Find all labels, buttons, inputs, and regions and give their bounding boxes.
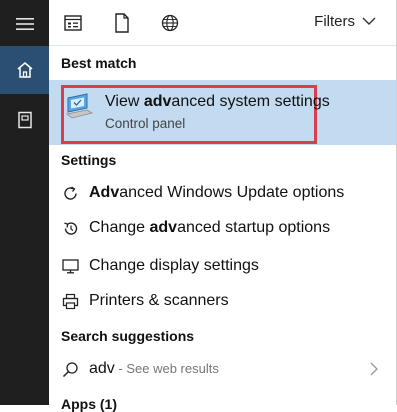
web-suggestion-item[interactable]: adv - See web results bbox=[49, 352, 396, 386]
filter-toolbar: Filters bbox=[49, 0, 396, 46]
printer-icon bbox=[61, 292, 79, 310]
restore-icon bbox=[61, 219, 79, 237]
best-match-title: View advanced system settings bbox=[105, 93, 330, 111]
search-suggestions-heading: Search suggestions bbox=[61, 328, 195, 344]
apps-heading: Apps (1) bbox=[61, 396, 117, 412]
settings-item-label: Printers & scanners bbox=[89, 292, 229, 309]
search-icon bbox=[61, 360, 79, 378]
menu-button[interactable] bbox=[0, 0, 49, 48]
left-rail bbox=[0, 0, 49, 405]
home-icon bbox=[17, 62, 32, 78]
title-text-post: anced system settings bbox=[171, 93, 330, 110]
label-post: anced Windows Update options bbox=[119, 184, 345, 201]
filters-label: Filters bbox=[314, 13, 355, 30]
settings-item[interactable]: Printers & scanners bbox=[49, 284, 396, 318]
label-match: adv bbox=[149, 219, 178, 236]
monitor-icon bbox=[61, 257, 79, 275]
suggestion-query: adv bbox=[89, 360, 115, 377]
filters-dropdown[interactable]: Filters bbox=[314, 13, 376, 30]
label-match: Adv bbox=[89, 184, 120, 201]
hamburger-menu-icon bbox=[15, 18, 34, 30]
best-match-heading: Best match bbox=[61, 55, 137, 71]
label-post: anced startup options bbox=[177, 219, 331, 236]
apps-icon bbox=[64, 15, 82, 31]
settings-item-label: Advanced Windows Update options bbox=[89, 184, 344, 202]
suggestion-label: adv - See web results bbox=[89, 360, 219, 378]
title-text-match: adv bbox=[143, 93, 172, 110]
settings-item[interactable]: Advanced Windows Update options bbox=[49, 176, 396, 210]
settings-item[interactable]: Change advanced startup options bbox=[49, 211, 396, 245]
settings-item[interactable]: Change display settings bbox=[49, 249, 396, 283]
best-match-subtitle: Control panel bbox=[105, 116, 186, 131]
web-filter-button[interactable] bbox=[159, 12, 181, 34]
settings-item-label: Change display settings bbox=[89, 257, 259, 274]
settings-item-label: Change advanced startup options bbox=[89, 219, 330, 237]
documents-button[interactable] bbox=[0, 96, 49, 144]
system-settings-icon bbox=[66, 93, 94, 119]
chevron-right-icon bbox=[370, 362, 378, 376]
home-button[interactable] bbox=[0, 46, 49, 94]
settings-heading: Settings bbox=[61, 152, 117, 168]
globe-icon bbox=[161, 14, 179, 32]
search-results-panel: Filters Best match View advanced system … bbox=[49, 0, 397, 412]
refresh-icon bbox=[61, 184, 79, 202]
file-icon bbox=[115, 13, 129, 33]
document-icon bbox=[17, 111, 32, 129]
apps-filter-button[interactable] bbox=[62, 12, 84, 34]
chevron-down-icon bbox=[362, 17, 376, 25]
documents-filter-button[interactable] bbox=[111, 12, 133, 34]
title-text-pre: View bbox=[105, 93, 144, 110]
label-pre: Change bbox=[89, 219, 150, 236]
suggestion-suffix: - See web results bbox=[114, 361, 219, 376]
